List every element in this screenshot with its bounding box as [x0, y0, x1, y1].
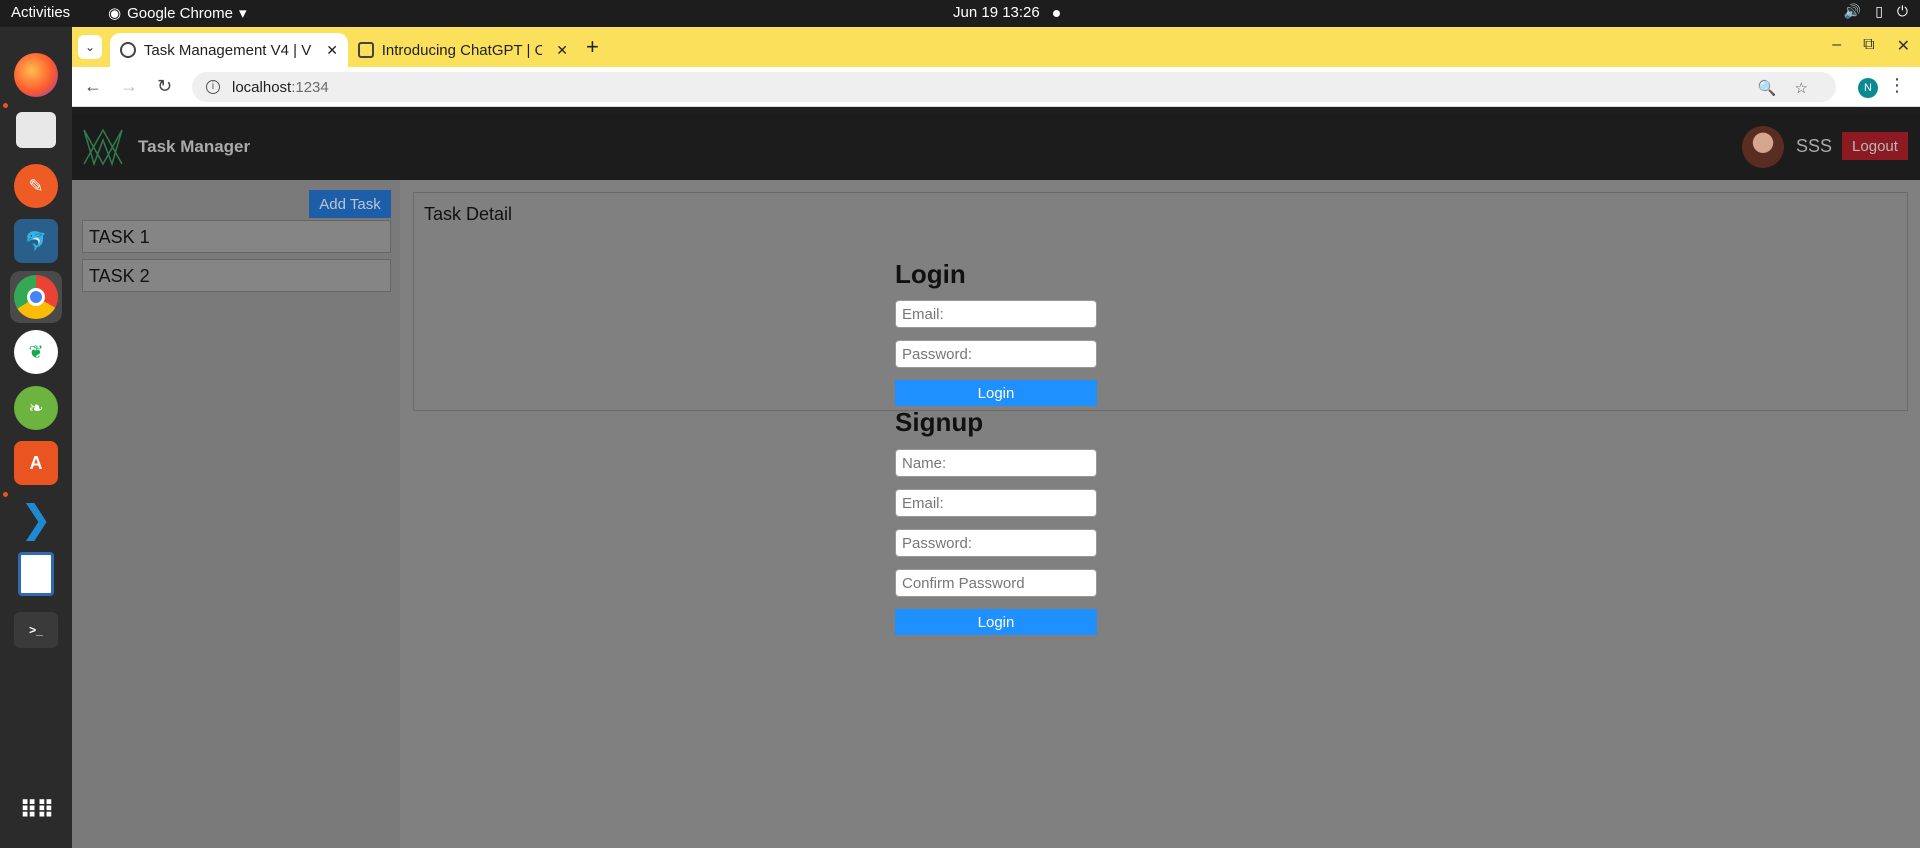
- reload-icon[interactable]: ↻: [157, 76, 172, 97]
- dock-mysql-workbench[interactable]: 🐬: [10, 215, 62, 267]
- task-sidebar: Add Task TASK 1 TASK 2: [72, 180, 400, 848]
- signup-form: Signup: [895, 407, 1097, 438]
- tab-strip: ⌄ Task Management V4 | V ✕ Introducing C…: [72, 27, 1920, 67]
- power-icon: ⏻: [1896, 3, 1908, 19]
- username: SSS: [1796, 136, 1833, 156]
- tab-search-button[interactable]: ⌄: [78, 35, 102, 59]
- vscode-icon: ❯: [20, 498, 52, 541]
- chrome-icon: [14, 275, 58, 319]
- bookmark-star-icon[interactable]: ☆: [1795, 79, 1808, 97]
- tab-task-management[interactable]: Task Management V4 | V ✕: [110, 33, 348, 67]
- signup-heading: Signup: [895, 407, 984, 437]
- terminal-icon: >_: [14, 612, 58, 648]
- address-bar[interactable]: i localhost:1234 🔍 ☆: [192, 72, 1836, 102]
- volume-icon: 🔊: [1843, 3, 1862, 19]
- firefox-icon: [14, 53, 58, 97]
- task-detail-panel: Task Detail: [413, 192, 1908, 411]
- app-logo-icon: [83, 128, 123, 167]
- dock-spring-tool[interactable]: ❧: [10, 382, 62, 434]
- task-item[interactable]: TASK 2: [82, 259, 391, 292]
- close-icon[interactable]: ✕: [556, 42, 568, 59]
- vibrate-icon: ▯: [1875, 3, 1883, 19]
- tab-title: Task Management V4 | V: [143, 41, 312, 59]
- kebab-menu-icon[interactable]: ⋮: [1888, 75, 1906, 96]
- dock-app-store[interactable]: A: [10, 437, 62, 489]
- globe-icon: [120, 42, 136, 58]
- chevron-down-icon: ▾: [238, 5, 247, 22]
- back-icon[interactable]: ←: [84, 76, 102, 97]
- dock-mongodb-compass[interactable]: ❦: [10, 326, 62, 378]
- profile-avatar[interactable]: N: [1858, 78, 1878, 98]
- tab-title: Introducing ChatGPT | O: [381, 41, 543, 59]
- app-menu[interactable]: ◉ Google Chrome ▾: [108, 4, 247, 23]
- app-grid-icon: ⠿⠿: [19, 796, 55, 824]
- login-password-input[interactable]: [895, 340, 1097, 368]
- chrome-window: ⌄ Task Management V4 | V ✕ Introducing C…: [72, 27, 1920, 848]
- mongodb-compass-icon: ❦: [14, 330, 58, 374]
- tab-introducing-chatgpt[interactable]: Introducing ChatGPT | O ✕: [348, 33, 578, 67]
- chrome-small-icon: ◉: [108, 5, 122, 22]
- dock-show-apps[interactable]: ⠿⠿: [10, 784, 62, 836]
- task-detail-title: Task Detail: [424, 204, 513, 224]
- signup-password-input[interactable]: [895, 529, 1097, 557]
- page-viewport: Task Manager SSS Logout Add Task TASK 1 …: [72, 114, 1920, 848]
- postman-icon: ✎: [14, 164, 58, 208]
- mysql-workbench-icon: 🐬: [14, 219, 58, 263]
- dock-vscode[interactable]: ❯: [10, 493, 62, 545]
- clock[interactable]: Jun 19 13:26: [953, 4, 1040, 21]
- signup-name-input[interactable]: [895, 449, 1097, 477]
- app-store-icon: A: [14, 441, 58, 485]
- user-avatar[interactable]: [1742, 126, 1784, 168]
- restore-icon[interactable]: ⧉: [1863, 36, 1874, 56]
- url-port: :1234: [291, 78, 329, 96]
- openai-icon: [358, 42, 374, 58]
- dock-postman[interactable]: ✎: [10, 160, 62, 212]
- dock-chrome[interactable]: [10, 271, 62, 323]
- url-host: localhost: [232, 78, 292, 96]
- close-icon[interactable]: ✕: [326, 42, 338, 59]
- dock-terminal[interactable]: >_: [10, 604, 62, 656]
- forward-icon[interactable]: →: [120, 76, 138, 97]
- login-form: Login: [895, 259, 1097, 290]
- system-top-bar: Activities ◉ Google Chrome ▾ Jun 19 13:2…: [0, 0, 1920, 27]
- window-controls: – ⧉ ✕: [1832, 36, 1910, 56]
- login-button[interactable]: Login: [895, 380, 1097, 406]
- running-indicator: [3, 492, 8, 497]
- zoom-icon[interactable]: 🔍: [1758, 79, 1777, 97]
- site-info-icon[interactable]: i: [206, 80, 220, 94]
- close-window-icon[interactable]: ✕: [1897, 36, 1910, 56]
- signup-confirm-password-input[interactable]: [895, 569, 1097, 597]
- dock-firefox[interactable]: [10, 49, 62, 101]
- notification-dot: [1053, 10, 1060, 17]
- chevron-down-icon: ⌄: [84, 40, 96, 54]
- login-email-input[interactable]: [895, 300, 1097, 328]
- browser-toolbar: ← → ↻ i localhost:1234 🔍 ☆ N ⋮: [72, 67, 1920, 107]
- signup-email-input[interactable]: [895, 489, 1097, 517]
- signup-submit-button[interactable]: Login: [895, 609, 1097, 635]
- new-tab-button[interactable]: +: [586, 34, 599, 60]
- omnibox-actions: 🔍 ☆: [1758, 79, 1808, 97]
- app-header: Task Manager SSS Logout: [72, 114, 1920, 180]
- dock-libreoffice-impress[interactable]: [10, 548, 62, 600]
- login-heading: Login: [895, 259, 966, 289]
- files-icon: [16, 112, 56, 148]
- task-item[interactable]: TASK 1: [82, 220, 391, 253]
- app-title: Task Manager: [138, 137, 251, 156]
- add-task-button[interactable]: Add Task: [309, 190, 391, 218]
- system-tray[interactable]: 🔊 ▯ ⏻: [1844, 3, 1908, 20]
- logout-button[interactable]: Logout: [1842, 132, 1908, 160]
- libreoffice-impress-icon: [18, 552, 54, 596]
- activities-button[interactable]: Activities: [11, 4, 70, 21]
- app-menu-label: Google Chrome: [127, 4, 233, 22]
- running-indicator: [3, 103, 8, 108]
- minimize-icon[interactable]: –: [1832, 36, 1841, 56]
- dock-files[interactable]: [10, 104, 62, 156]
- spring-tool-icon: ❧: [14, 386, 58, 430]
- dock: ✎ 🐬 ❦ ❧ A ❯ >_ ⠿⠿: [0, 27, 72, 848]
